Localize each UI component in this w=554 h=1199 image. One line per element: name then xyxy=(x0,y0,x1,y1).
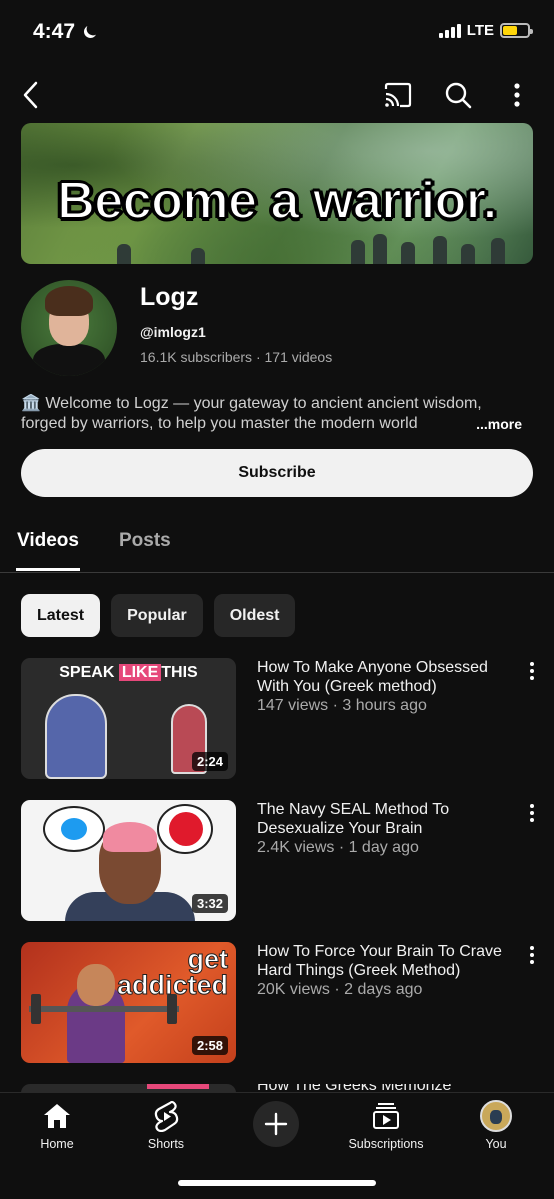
chip-oldest[interactable]: Oldest xyxy=(213,594,296,637)
tab-videos[interactable]: Videos xyxy=(17,530,79,552)
create-button[interactable] xyxy=(253,1101,299,1147)
video-item[interactable]: get addicted 2:58 How To Force Your Brai… xyxy=(21,942,541,1063)
status-time: 4:47 xyxy=(33,20,99,44)
video-title: How To Force Your Brain To Crave Hard Th… xyxy=(257,943,502,979)
cast-button[interactable] xyxy=(381,78,415,112)
tab-posts[interactable]: Posts xyxy=(119,530,171,552)
video-title: How To Make Anyone Obsessed With You (Gr… xyxy=(257,659,488,695)
video-info[interactable]: How To Force Your Brain To Crave Hard Th… xyxy=(257,942,519,999)
video-thumbnail[interactable]: SPEAK LIKE THIS 2:24 xyxy=(21,658,236,779)
subscriptions-icon xyxy=(373,1103,399,1129)
video-title: The Navy SEAL Method To Desexualize Your… xyxy=(257,801,450,837)
video-meta: 2.4K views · 1 day ago xyxy=(257,839,419,856)
network-type: LTE xyxy=(466,22,494,39)
status-indicators: LTE xyxy=(438,22,533,39)
sort-chips: Latest Popular Oldest xyxy=(21,594,296,637)
nav-home-label: Home xyxy=(40,1137,74,1151)
top-app-bar xyxy=(0,72,554,116)
cast-icon xyxy=(384,82,412,108)
video-menu-button[interactable] xyxy=(523,944,541,966)
channel-tabs: Videos Posts xyxy=(0,520,554,573)
shorts-icon xyxy=(154,1100,179,1132)
back-arrow-icon xyxy=(23,81,38,109)
channel-avatar[interactable] xyxy=(21,280,117,376)
channel-stats: 16.1K subscribers · 171 videos xyxy=(140,349,333,365)
video-meta: 147 views · 3 hours ago xyxy=(257,697,427,714)
battery-level xyxy=(503,26,518,35)
chip-popular[interactable]: Popular xyxy=(111,594,203,637)
thumbnail-text: get addicted xyxy=(116,944,228,1000)
video-duration: 2:58 xyxy=(191,1036,228,1055)
video-duration: 3:32 xyxy=(191,894,228,913)
description-more-link[interactable]: ...more xyxy=(446,414,522,434)
channel-banner: Become a warrior. xyxy=(21,123,533,264)
video-menu-button[interactable] xyxy=(523,660,541,682)
profile-avatar-icon xyxy=(480,1100,512,1132)
video-info[interactable]: The Navy SEAL Method To Desexualize Your… xyxy=(257,800,519,857)
search-button[interactable] xyxy=(441,78,475,112)
create-plus-icon xyxy=(264,1112,288,1136)
nav-home[interactable]: Home xyxy=(7,1099,107,1151)
nav-you[interactable]: You xyxy=(446,1099,546,1151)
status-bar: 4:47 LTE xyxy=(0,0,554,66)
nav-shorts[interactable]: Shorts xyxy=(116,1099,216,1151)
video-item[interactable]: 3:32 The Navy SEAL Method To Desexualize… xyxy=(21,800,541,921)
search-icon xyxy=(445,82,472,109)
channel-name: Logz xyxy=(140,283,199,311)
video-menu-button[interactable] xyxy=(523,802,541,824)
banner-text: Become a warrior. xyxy=(56,171,498,231)
nav-shorts-label: Shorts xyxy=(147,1137,185,1151)
video-item-partial[interactable]: How The Greeks Memorize xyxy=(21,1084,541,1092)
status-time-text: 4:47 xyxy=(33,20,76,43)
description-line-1: 🏛️ Welcome to Logz — your gateway to anc… xyxy=(21,395,482,412)
channel-description[interactable]: 🏛️ Welcome to Logz — your gateway to anc… xyxy=(21,394,536,434)
video-meta: 20K views · 2 days ago xyxy=(257,981,423,998)
chip-latest[interactable]: Latest xyxy=(21,594,101,637)
do-not-disturb-moon-icon xyxy=(84,26,97,38)
back-button[interactable] xyxy=(14,78,48,112)
video-thumbnail[interactable]: 3:32 xyxy=(21,800,236,921)
nav-subscriptions[interactable]: Subscriptions xyxy=(336,1099,436,1151)
video-thumbnail[interactable]: get addicted 2:58 xyxy=(21,942,236,1063)
nav-subscriptions-label: Subscriptions xyxy=(348,1137,424,1151)
brain-icon xyxy=(103,822,157,852)
channel-handle: @imlogz1 xyxy=(140,324,206,340)
onlyfans-logo-icon xyxy=(61,818,87,840)
video-title: How The Greeks Memorize xyxy=(257,1084,451,1092)
battery-icon xyxy=(500,23,533,38)
home-indicator xyxy=(178,1180,376,1186)
video-info[interactable]: How To Make Anyone Obsessed With You (Gr… xyxy=(257,658,519,715)
video-item[interactable]: SPEAK LIKE THIS 2:24 How To Make Anyone O… xyxy=(21,658,541,779)
thumbnail-text: SPEAK LIKE THIS xyxy=(59,664,198,681)
active-tab-indicator xyxy=(16,568,80,571)
home-icon xyxy=(44,1104,70,1128)
signal-strength-icon xyxy=(438,23,461,38)
more-options-button[interactable] xyxy=(500,78,534,112)
nav-you-label: You xyxy=(485,1137,507,1151)
subscribe-button[interactable]: Subscribe xyxy=(21,449,533,497)
video-duration: 2:24 xyxy=(191,752,228,771)
more-vertical-icon xyxy=(514,83,520,107)
